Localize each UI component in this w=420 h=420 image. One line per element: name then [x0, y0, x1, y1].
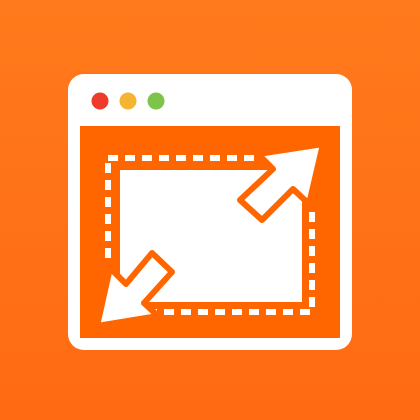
app-icon: [0, 0, 420, 420]
window-resize-app-icon: [0, 0, 420, 420]
close-dot-icon: [91, 92, 109, 110]
minimize-dot-icon: [119, 92, 137, 110]
maximize-dot-icon: [147, 92, 165, 110]
